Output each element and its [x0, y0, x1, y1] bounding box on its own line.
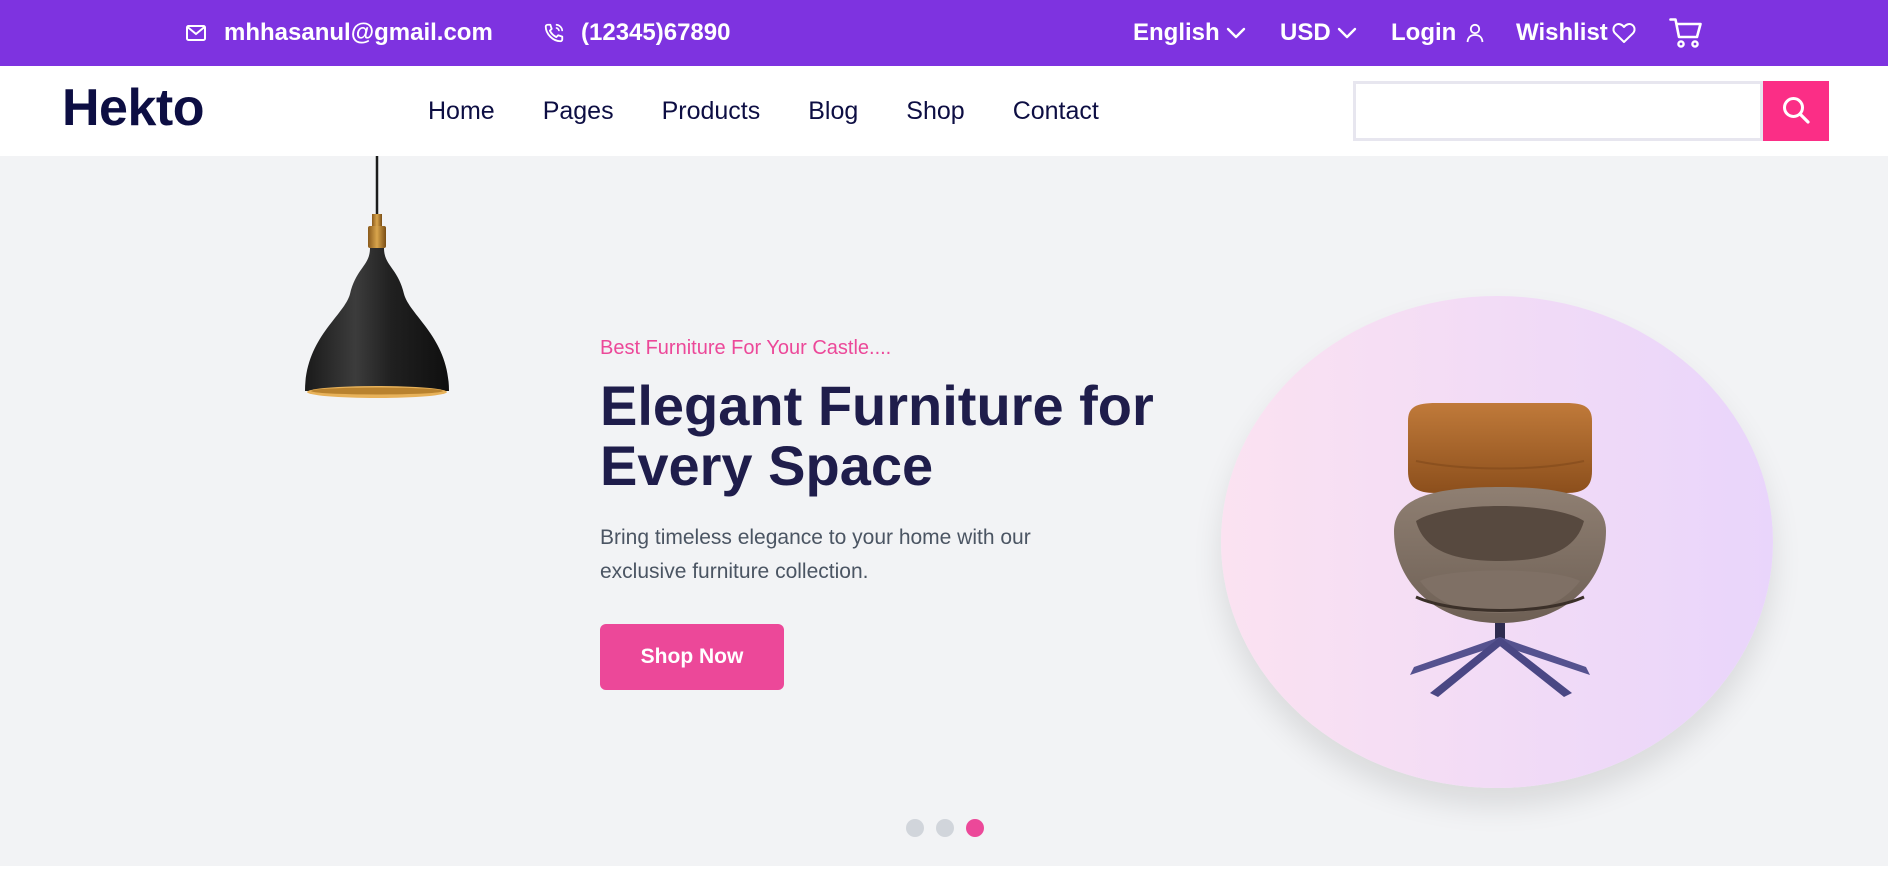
hero-banner: Best Furniture For Your Castle.... Elega… [0, 156, 1888, 866]
hero-subtext: Bring timeless elegance to your home wit… [600, 526, 1031, 583]
nav-link-blog[interactable]: Blog [808, 97, 858, 126]
page-bottom-strip [0, 866, 1888, 877]
carousel-dot-2[interactable] [936, 819, 954, 837]
top-info-bar: mhhasanul@gmail.com (12345)67890 English… [0, 0, 1888, 66]
search-input[interactable] [1353, 81, 1763, 141]
shop-now-button[interactable]: Shop Now [600, 624, 784, 690]
mail-icon [186, 25, 206, 41]
carousel-dot-3[interactable] [966, 819, 984, 837]
site-logo[interactable]: Hekto [62, 80, 204, 136]
hero-headline: Elegant Furniture for Every Space [600, 374, 1154, 497]
carousel-dot-1[interactable] [906, 819, 924, 837]
chevron-down-icon [1226, 27, 1246, 39]
chevron-down-icon [1337, 27, 1357, 39]
search-icon [1781, 95, 1811, 128]
primary-nav: Home Pages Products Blog Shop Contact [428, 66, 1147, 156]
pendant-lamp-image [305, 156, 449, 398]
nav-link-contact[interactable]: Contact [1013, 97, 1099, 126]
language-label: English [1133, 19, 1220, 46]
nav-link-shop[interactable]: Shop [906, 97, 964, 126]
nav-link-home[interactable]: Home [428, 97, 495, 126]
contact-email[interactable]: mhhasanul@gmail.com [186, 0, 493, 66]
user-icon [1466, 23, 1484, 43]
language-select[interactable]: English [1133, 0, 1246, 66]
phone-icon [543, 22, 565, 44]
main-navbar: Hekto Home Pages Products Blog Shop Cont… [0, 66, 1888, 156]
contact-phone-text: (12345)67890 [581, 19, 731, 46]
heart-icon [1612, 22, 1636, 44]
login-link[interactable]: Login [1391, 0, 1484, 66]
wishlist-link[interactable]: Wishlist [1516, 0, 1636, 66]
currency-label: USD [1280, 19, 1331, 46]
currency-select[interactable]: USD [1280, 0, 1357, 66]
search-button[interactable] [1763, 81, 1829, 141]
cart-icon [1669, 17, 1703, 49]
cart-button[interactable] [1669, 0, 1703, 66]
contact-phone[interactable]: (12345)67890 [543, 0, 730, 66]
armchair-image [1394, 403, 1606, 697]
login-label: Login [1391, 19, 1457, 46]
nav-link-pages[interactable]: Pages [543, 97, 614, 126]
hero-tagline: Best Furniture For Your Castle.... [600, 337, 892, 359]
nav-link-products[interactable]: Products [662, 97, 761, 126]
carousel-indicators [906, 819, 996, 837]
wishlist-label: Wishlist [1516, 19, 1608, 46]
contact-email-text: mhhasanul@gmail.com [224, 19, 493, 46]
search-bar [1353, 81, 1829, 141]
